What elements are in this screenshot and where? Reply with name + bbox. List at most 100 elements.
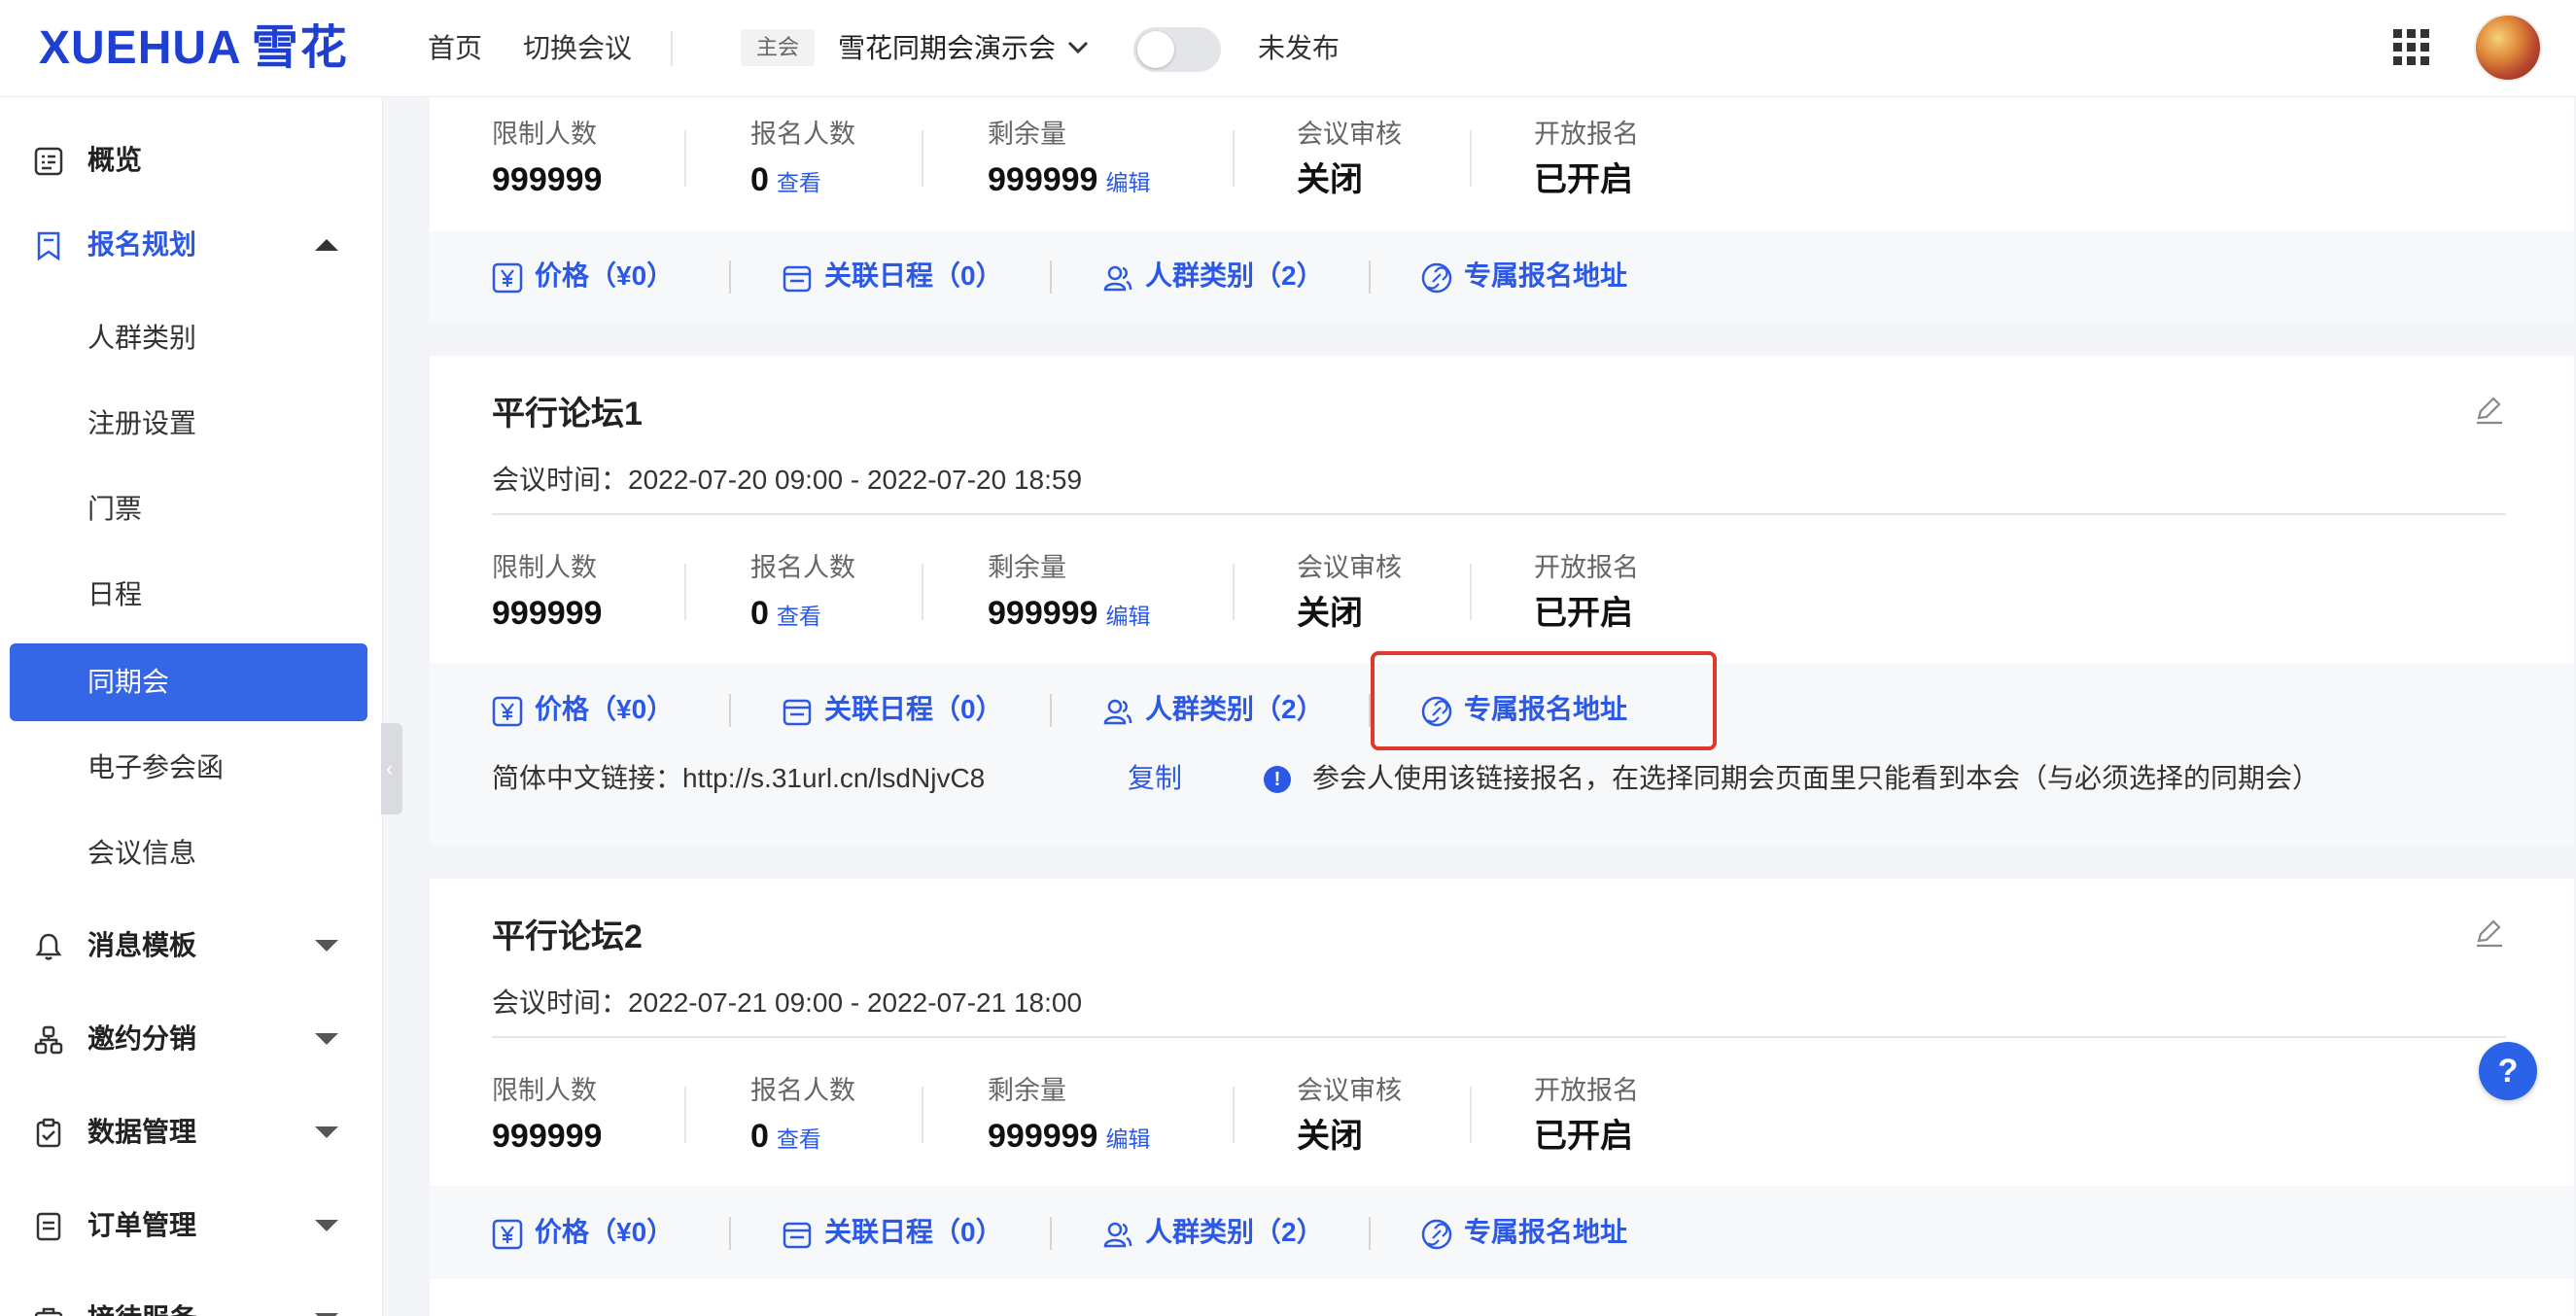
divider <box>684 564 686 620</box>
schedule-link[interactable]: 关联日程（0） <box>782 257 1003 295</box>
divider <box>1050 694 1052 727</box>
stat-value: 已开启 <box>1534 161 1633 198</box>
sidebar-item-label: 订单管理 <box>87 1210 197 1240</box>
stat-remaining: 剩余量 999999 编辑 <box>988 1073 1150 1161</box>
sidebar-sub-register-settings[interactable]: 注册设置 <box>10 385 367 463</box>
edit-icon[interactable] <box>2471 916 2506 951</box>
link-label: 专属报名地址 <box>1464 1217 1628 1247</box>
calendar-icon <box>783 699 812 726</box>
users-icon <box>1103 699 1132 725</box>
link-label: 价格（¥0） <box>535 1217 675 1247</box>
sidebar-sub-schedule[interactable]: 日程 <box>10 556 367 634</box>
view-link[interactable]: 查看 <box>777 604 821 629</box>
concurrent-meeting-card: 平行论坛2 会议时间：2022-07-21 09:00 - 2022-07-21… <box>430 879 2574 1316</box>
stat-open: 开放报名 已开启 <box>1534 117 1639 202</box>
edit-link[interactable]: 编辑 <box>1105 170 1150 195</box>
sidebar-sub-crowd[interactable]: 人群类别 <box>10 299 367 377</box>
stat-value: 999999 <box>492 1118 603 1155</box>
main-content: 限制人数 999999 报名人数 0 查看 剩余量 999999 编辑 会议审核 关闭 开放… <box>383 97 2576 1316</box>
help-button[interactable]: ? <box>2479 1042 2537 1100</box>
card-footer: 价格（¥0） 关联日程（0） 人群类别（2） 专属报名地址 <box>430 1186 2574 1279</box>
sidebar: 概览 报名规划 人群类别 注册设置 门票 日程 同期会 电子参会函 会议信息 消… <box>0 97 383 1316</box>
stat-remaining: 剩余量 999999 编辑 <box>988 550 1150 639</box>
link-label: 关联日程（0） <box>824 1217 1003 1247</box>
divider <box>1470 130 1472 187</box>
stat-label: 剩余量 <box>988 1076 1066 1105</box>
users-icon <box>1103 265 1132 292</box>
stat-label: 开放报名 <box>1534 553 1639 582</box>
link-label: 人群类别（2） <box>1145 260 1324 291</box>
conference-selector[interactable]: 雪花同期会演示会 <box>838 29 1056 68</box>
edit-link[interactable]: 编辑 <box>1105 1126 1150 1152</box>
chinese-url: 简体中文链接：http://s.31url.cn/lsdNjvC8 <box>492 763 986 793</box>
clipboard-check-icon <box>36 1118 61 1148</box>
divider <box>922 130 923 187</box>
chevron-down-icon[interactable] <box>1067 41 1089 54</box>
sidebar-collapse-handle[interactable]: ‹ <box>381 723 402 814</box>
logo[interactable]: XUEHUA 雪花 <box>39 21 349 76</box>
divider <box>1050 260 1052 294</box>
crowd-link[interactable]: 人群类别（2） <box>1102 690 1324 729</box>
sidebar-sub-tickets[interactable]: 门票 <box>10 470 367 548</box>
sidebar-item-data-management[interactable]: 数据管理 <box>0 1103 382 1161</box>
stat-review: 会议审核 关闭 <box>1297 117 1402 202</box>
stat-review: 会议审核 关闭 <box>1297 550 1402 636</box>
link-label: 关联日程（0） <box>824 260 1003 291</box>
divider <box>1050 1217 1052 1250</box>
divider <box>684 130 686 187</box>
sidebar-sub-label: 门票 <box>87 494 143 524</box>
apps-grid-icon[interactable] <box>2393 29 2430 66</box>
logo-chinese: 雪花 <box>251 22 349 74</box>
sidebar-item-message-templates[interactable]: 消息模板 <box>0 917 382 975</box>
sidebar-sub-meeting-info[interactable]: 会议信息 <box>10 814 367 892</box>
stat-label: 限制人数 <box>492 120 597 149</box>
price-link[interactable]: 价格（¥0） <box>492 257 674 295</box>
stat-label: 剩余量 <box>988 553 1066 582</box>
stat-registered: 报名人数 0 查看 <box>750 550 855 639</box>
view-link[interactable]: 查看 <box>777 1126 821 1152</box>
schedule-link[interactable]: 关联日程（0） <box>782 690 1003 729</box>
nav-home[interactable]: 首页 <box>428 29 482 68</box>
stat-value: 关闭 <box>1297 161 1363 198</box>
sidebar-sub-invitation[interactable]: 电子参会函 <box>10 729 367 807</box>
exclusive-url-link[interactable]: 专属报名地址 <box>1421 1213 1627 1252</box>
stat-value: 关闭 <box>1297 1118 1363 1155</box>
sidebar-item-overview[interactable]: 概览 <box>0 131 382 190</box>
sidebar-item-invite-distribution[interactable]: 邀约分销 <box>0 1010 382 1068</box>
link-label: 专属报名地址 <box>1464 260 1628 291</box>
crowd-link[interactable]: 人群类别（2） <box>1102 257 1324 295</box>
divider <box>1470 1087 1472 1143</box>
price-link[interactable]: 价格（¥0） <box>492 690 674 729</box>
schedule-link[interactable]: 关联日程（0） <box>782 1213 1003 1252</box>
sidebar-item-reception[interactable]: 接待服务 <box>0 1290 382 1316</box>
edit-icon[interactable] <box>2471 393 2506 428</box>
sidebar-item-registration[interactable]: 报名规划 <box>0 216 382 274</box>
sidebar-sub-label: 电子参会函 <box>87 752 225 782</box>
user-avatar[interactable] <box>2474 14 2542 82</box>
top-bar: XUEHUA 雪花 首页 切换会议 主会 雪花同期会演示会 未发布 <box>0 0 2576 97</box>
divider <box>922 564 923 620</box>
sidebar-item-label: 邀约分销 <box>87 1023 197 1054</box>
price-link[interactable]: 价格（¥0） <box>492 1213 674 1252</box>
sidebar-item-order-management[interactable]: 订单管理 <box>0 1196 382 1255</box>
exclusive-url-link[interactable]: 专属报名地址 <box>1421 257 1627 295</box>
link-label: 人群类别（2） <box>1145 1217 1324 1247</box>
divider <box>1369 1217 1371 1250</box>
sidebar-sub-label: 注册设置 <box>87 408 197 438</box>
edit-link[interactable]: 编辑 <box>1105 604 1150 629</box>
calendar-icon <box>783 265 812 293</box>
crowd-link[interactable]: 人群类别（2） <box>1102 1213 1324 1252</box>
publish-toggle[interactable] <box>1133 27 1221 72</box>
yen-icon <box>492 262 523 294</box>
stat-registered: 报名人数 0 查看 <box>750 1073 855 1161</box>
divider <box>671 31 673 66</box>
divider <box>684 1087 686 1143</box>
sidebar-sub-concurrent[interactable]: 同期会 <box>10 643 367 721</box>
nav-switch-conference[interactable]: 切换会议 <box>523 29 632 68</box>
link-icon <box>1421 262 1452 294</box>
view-link[interactable]: 查看 <box>777 170 821 195</box>
link-label: 关联日程（0） <box>824 694 1003 724</box>
stat-value: 999999 <box>988 161 1098 198</box>
copy-button[interactable]: 复制 <box>1128 760 1182 797</box>
divider <box>1233 1087 1235 1143</box>
